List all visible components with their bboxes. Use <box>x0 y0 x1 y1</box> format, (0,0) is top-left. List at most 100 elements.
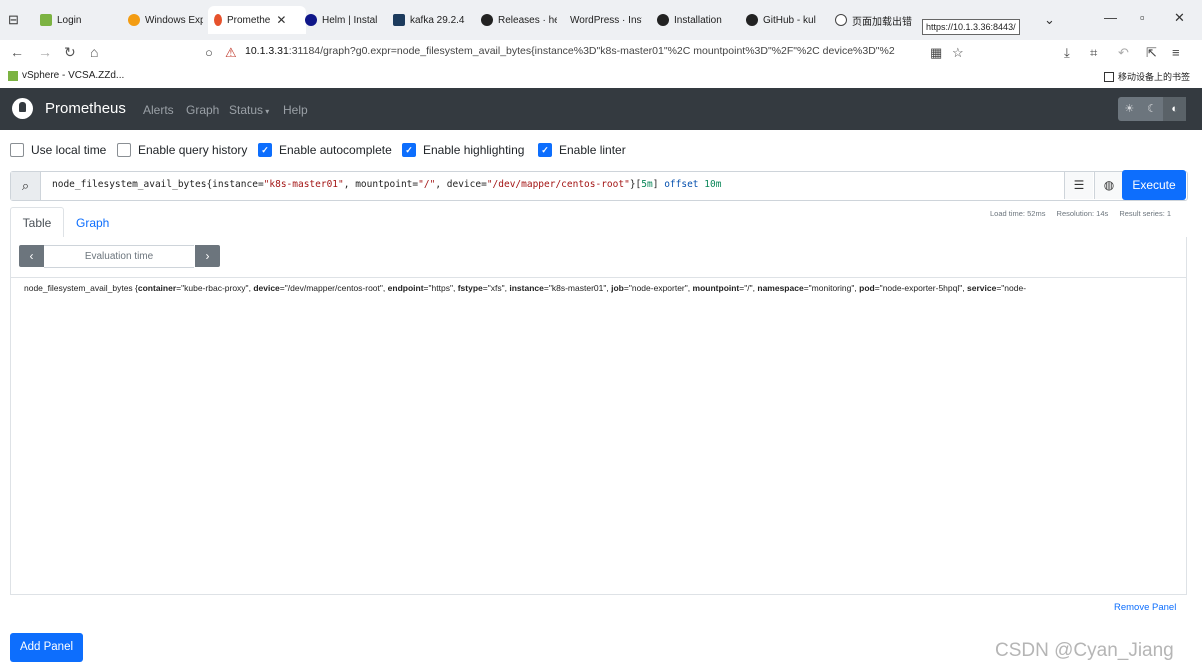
login-favicon-icon <box>40 14 52 26</box>
nav-help[interactable]: Help <box>283 103 308 117</box>
remove-panel-link[interactable]: Remove Panel <box>1114 602 1176 613</box>
url-field[interactable]: 10.1.3.31:31184/graph?g0.expr=node_files… <box>245 45 925 57</box>
expression-input[interactable]: node_filesystem_avail_bytes{instance="k8… <box>52 179 721 190</box>
tab-label: Installation <box>674 14 722 26</box>
bookmark-vsphere[interactable]: vSphere - VCSA.ZZd... <box>8 70 124 81</box>
site-info-icon[interactable]: ○ <box>205 45 213 60</box>
forward-arrow-icon[interactable]: → <box>38 44 52 60</box>
tab-table[interactable]: Table <box>10 207 64 238</box>
nav-status[interactable]: Status ▾ <box>229 103 269 117</box>
format-expression-icon[interactable]: ◍ <box>1094 172 1123 199</box>
result-metric: node_filesystem_avail_bytes <box>24 283 133 293</box>
result-label-key: endpoint <box>387 283 424 293</box>
expr-label-value: "k8s-master01" <box>263 179 344 190</box>
home-icon[interactable]: ⌂ <box>90 44 98 60</box>
option-label: Enable query history <box>138 143 248 157</box>
browser-tab-kafka[interactable]: kafka 29.2.4 <box>393 8 465 32</box>
sun-icon[interactable]: ☀ <box>1118 97 1141 121</box>
result-label-key: instance <box>509 283 544 293</box>
folder-icon <box>1104 71 1114 82</box>
metrics-explorer-icon[interactable]: ☰ <box>1064 172 1093 199</box>
checkbox-checked[interactable]: ✓ <box>258 143 272 157</box>
browser-tab-wordpress[interactable]: WordPress · Inst <box>570 8 642 32</box>
tab-label: 页面加载出错 <box>852 16 912 28</box>
expr-offset-keyword: offset <box>664 179 699 190</box>
tab-label: kafka 29.2.4 <box>410 14 465 26</box>
nav-alerts[interactable]: Alerts <box>143 103 174 117</box>
browser-tab-helm[interactable]: Helm | Instal <box>305 8 377 32</box>
option-query-history[interactable]: Enable query history <box>117 143 247 157</box>
result-label-key: container <box>137 283 177 293</box>
star-icon[interactable]: ☆ <box>952 45 964 61</box>
table-row-divider <box>11 277 1186 278</box>
bookmark-mobile[interactable]: 移动设备上的书签 <box>1104 70 1190 83</box>
evaluation-time-input[interactable]: Evaluation time <box>44 245 194 268</box>
bookmark-favicon-icon <box>8 70 18 81</box>
close-icon[interactable]: ✕ <box>276 13 286 27</box>
bookmark-bar <box>0 65 1202 89</box>
prometheus-logo-icon[interactable] <box>12 98 33 119</box>
insecure-lock-icon[interactable]: ⚠ <box>225 45 237 61</box>
moon-icon[interactable]: ☾ <box>1141 97 1164 121</box>
option-autocomplete[interactable]: ✓ Enable autocomplete <box>258 143 392 157</box>
qr-code-icon[interactable]: ▦ <box>930 45 942 61</box>
result-label-value: "node-exporter-5hpql" <box>879 283 963 293</box>
nav-graph[interactable]: Graph <box>186 103 219 117</box>
chevron-right-icon[interactable]: › <box>195 245 220 267</box>
kafka-favicon-icon <box>393 14 405 26</box>
browser-tab-login[interactable]: Login <box>40 8 81 32</box>
result-label-key: mountpoint <box>692 283 740 293</box>
back-arrow-icon[interactable]: ← <box>10 44 24 60</box>
prometheus-navbar <box>0 88 1202 130</box>
tab-actions-icon[interactable]: ⊟ <box>8 12 19 28</box>
browser-tab-installation[interactable]: Installation <box>657 8 732 32</box>
expr-metric: node_filesystem_avail_bytes <box>52 179 207 190</box>
result-label-value: "node-exporter" <box>628 283 688 293</box>
checkbox-checked[interactable]: ✓ <box>538 143 552 157</box>
result-label-key: device <box>253 283 280 293</box>
tab-label: Windows Exp <box>145 14 203 26</box>
tab-label: Helm | Instal <box>322 14 377 26</box>
checkbox-checked[interactable]: ✓ <box>402 143 416 157</box>
download-icon[interactable]: ⤓ <box>1064 45 1070 61</box>
expr-label-key: mountpoint <box>355 179 413 190</box>
menu-icon[interactable]: ≡ <box>1172 45 1180 60</box>
result-label-value: "/dev/mapper/centos-root" <box>284 283 383 293</box>
browser-tab-prometheus[interactable]: Promethe ✕ <box>208 6 306 34</box>
option-linter[interactable]: ✓ Enable linter <box>538 143 626 157</box>
add-panel-button[interactable]: Add Panel <box>10 633 83 662</box>
tab-list-chevron-down-icon[interactable]: ⌄ <box>1044 12 1055 28</box>
browser-tab-error[interactable]: 页面加载出错 <box>835 8 915 32</box>
result-label-value: "https" <box>428 283 453 293</box>
bookmark-label: 移动设备上的书签 <box>1118 72 1191 82</box>
option-local-time[interactable]: Use local time <box>10 143 106 157</box>
crop-icon[interactable]: ⌗ <box>1090 45 1097 61</box>
tab-label: WordPress · Inst <box>570 14 642 26</box>
browser-tab-releases[interactable]: Releases · he <box>481 8 557 32</box>
reload-icon[interactable]: ↻ <box>64 44 76 61</box>
close-window-icon[interactable]: ✕ <box>1174 10 1185 26</box>
browser-tab-github[interactable]: GitHub - kul <box>746 8 820 32</box>
prometheus-favicon-icon <box>214 14 222 26</box>
result-label-key: pod <box>859 283 875 293</box>
url-host: 10.1.3.31 <box>245 45 289 57</box>
github-favicon-icon <box>746 14 758 26</box>
url-tooltip: https://10.1.3.36:8443/ <box>922 19 1020 35</box>
option-highlighting[interactable]: ✓ Enable highlighting <box>402 143 524 157</box>
checkbox[interactable] <box>117 143 131 157</box>
search-icon[interactable]: ⌕ <box>11 172 41 200</box>
execute-button[interactable]: Execute <box>1122 170 1186 200</box>
checkbox[interactable] <box>10 143 24 157</box>
url-path: :31184/graph?g0.expr=node_filesystem_ava… <box>288 45 895 57</box>
brand-name[interactable]: Prometheus <box>45 100 126 117</box>
share-icon[interactable]: ⇱ <box>1146 45 1157 61</box>
minimize-icon[interactable]: — <box>1104 10 1117 25</box>
tab-graph[interactable]: Graph <box>76 216 109 230</box>
expr-label-value: "/" <box>418 179 436 190</box>
half-circle-icon[interactable]: ◐ <box>1163 97 1187 121</box>
browser-tab-windows[interactable]: Windows Exp <box>128 8 203 32</box>
undo-icon[interactable]: ↶ <box>1118 45 1129 61</box>
chevron-left-icon[interactable]: ‹ <box>19 245 44 267</box>
restore-icon[interactable]: ▫ <box>1140 10 1145 25</box>
tab-label: Login <box>57 14 82 26</box>
